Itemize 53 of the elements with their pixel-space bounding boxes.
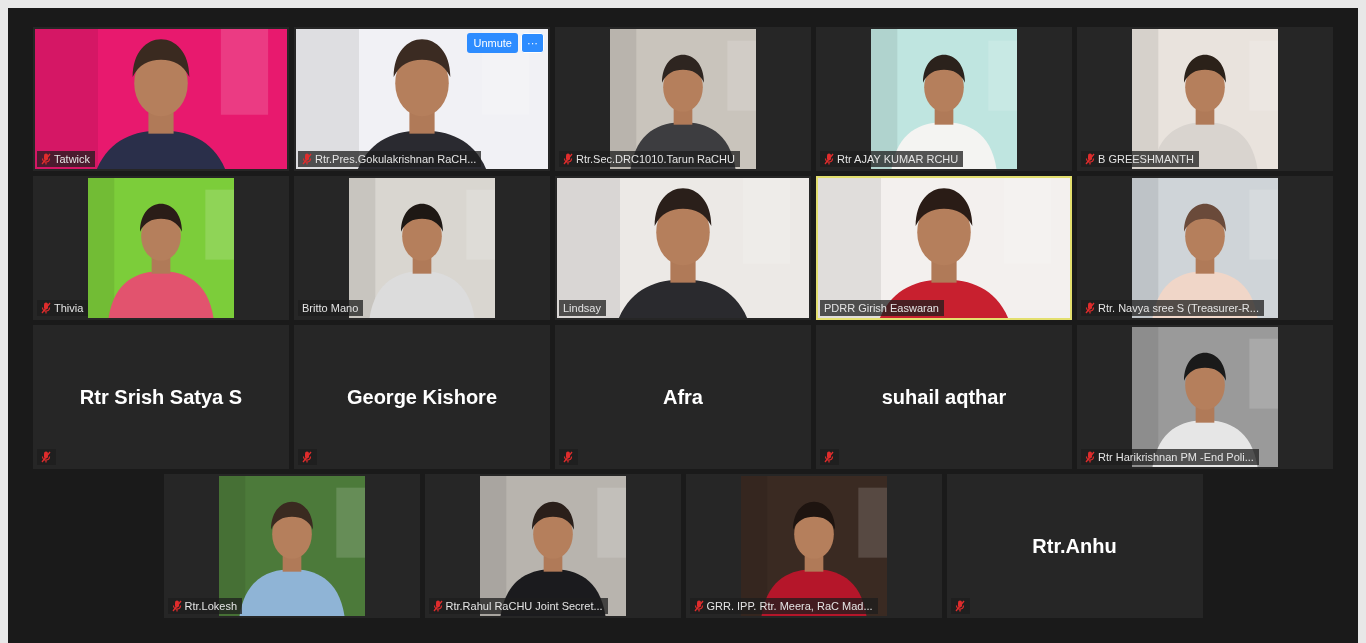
- video-tile[interactable]: Rtr. Navya sree S (Treasurer-R...: [1077, 176, 1333, 320]
- video-tile[interactable]: Rtr Srish Satya S: [33, 325, 289, 469]
- video-tile[interactable]: Rtr.Anhu: [946, 474, 1203, 618]
- muted-mic-icon: [693, 600, 704, 612]
- video-tile[interactable]: GRR. IPP. Rtr. Meera, RaC Mad...: [685, 474, 942, 618]
- muted-mic-icon: [41, 451, 51, 463]
- video-tile[interactable]: George Kishore: [294, 325, 550, 469]
- muted-mic-icon: [302, 451, 312, 463]
- participant-name: Afra: [663, 385, 703, 409]
- video-tile[interactable]: Rtr Harikrishnan PM -End Poli...: [1077, 325, 1333, 469]
- participant-name: GRR. IPP. Rtr. Meera, RaC Mad...: [706, 600, 873, 612]
- video-tile[interactable]: Britto Mano: [294, 176, 550, 320]
- muted-mic-icon: [171, 600, 182, 612]
- participant-name: Rtr.Pres.Gokulakrishnan RaCH...: [315, 153, 477, 165]
- participant-name: Rtr.Sec.DRC1010.Tarun RaCHU: [576, 153, 735, 165]
- participant-name: Rtr Harikrishnan PM -End Poli...: [1098, 451, 1254, 463]
- participant-name: Thivia: [54, 302, 84, 314]
- video-tile[interactable]: suhail aqthar: [816, 325, 1072, 469]
- participant-name: Lindsay: [563, 302, 601, 314]
- video-tile[interactable]: Thivia: [33, 176, 289, 320]
- participant-name: Rtr.Rahul RaCHU Joint Secret...: [445, 600, 603, 612]
- muted-mic-icon: [954, 600, 965, 612]
- participant-name: Rtr.Anhu: [1032, 534, 1117, 558]
- participant-name: suhail aqthar: [881, 385, 1007, 409]
- muted-mic-icon: [824, 451, 834, 463]
- muted-mic-icon: [824, 153, 834, 165]
- video-tile[interactable]: PDRR Girish Easwaran: [816, 176, 1072, 320]
- muted-mic-icon: [1085, 153, 1095, 165]
- video-tile[interactable]: Rtr.Sec.DRC1010.Tarun RaCHU: [555, 27, 811, 171]
- participant-name: PDRR Girish Easwaran: [824, 302, 939, 314]
- muted-mic-icon: [41, 153, 51, 165]
- participant-name: Rtr. Navya sree S (Treasurer-R...: [1098, 302, 1259, 314]
- participant-name: Tatwick: [54, 153, 91, 165]
- video-tile[interactable]: Lindsay: [555, 176, 811, 320]
- muted-mic-icon: [41, 302, 51, 314]
- participant-name: Britto Mano: [302, 302, 359, 314]
- video-tile[interactable]: B GREESHMANTH: [1077, 27, 1333, 171]
- participant-name: Rtr Srish Satya S: [79, 385, 243, 409]
- participant-name: Rtr AJAY KUMAR RCHU: [837, 153, 959, 165]
- participant-name: George Kishore: [346, 385, 497, 409]
- participant-name: Rtr.Lokesh: [184, 600, 238, 612]
- video-tile[interactable]: Rtr.Rahul RaCHU Joint Secret...: [424, 474, 681, 618]
- participant-name: B GREESHMANTH: [1098, 153, 1194, 165]
- muted-mic-icon: [302, 153, 312, 165]
- muted-mic-icon: [563, 451, 573, 463]
- muted-mic-icon: [1085, 451, 1095, 463]
- muted-mic-icon: [563, 153, 573, 165]
- video-tile[interactable]: Tatwick: [33, 27, 289, 171]
- video-tile[interactable]: Afra: [555, 325, 811, 469]
- video-tile[interactable]: Rtr.Lokesh: [163, 474, 420, 618]
- video-tile[interactable]: Rtr AJAY KUMAR RCHU: [816, 27, 1072, 171]
- muted-mic-icon: [1085, 302, 1095, 314]
- muted-mic-icon: [432, 600, 443, 612]
